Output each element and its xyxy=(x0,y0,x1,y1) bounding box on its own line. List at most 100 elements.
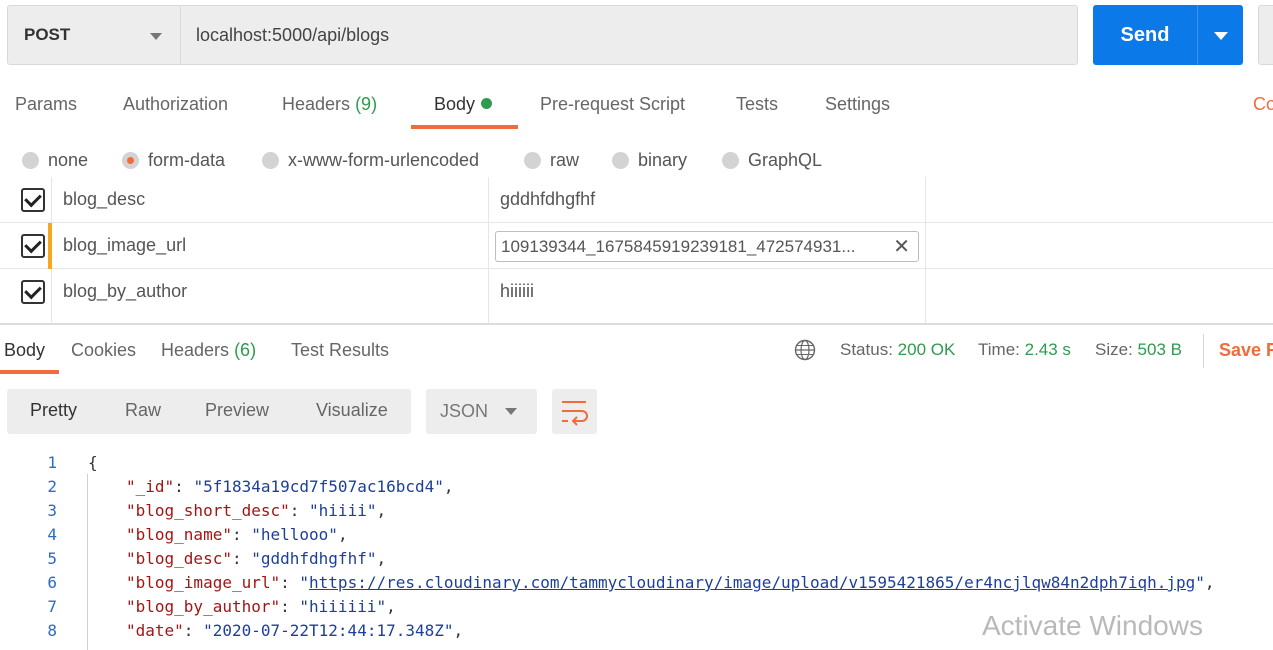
time-value: 2.43 s xyxy=(1024,340,1071,359)
line-number: 7 xyxy=(47,597,57,616)
language-select[interactable]: JSON xyxy=(426,389,537,434)
status-label: Status: xyxy=(840,340,893,359)
wrap-lines-icon xyxy=(562,401,588,426)
json-url-link[interactable]: https://res.cloudinary.com/tammycloudina… xyxy=(309,573,1195,592)
line-number: 8 xyxy=(47,621,57,640)
radio-icon xyxy=(22,151,39,169)
form-value[interactable]: hiiiiii xyxy=(500,281,534,302)
radio-form-data[interactable]: form-data xyxy=(122,148,225,172)
tab-params[interactable]: Params xyxy=(15,94,77,115)
format-preview-button[interactable]: Preview xyxy=(205,400,269,421)
column-divider xyxy=(488,177,489,223)
active-tab-indicator xyxy=(411,125,518,129)
tab-authorization[interactable]: Authorization xyxy=(123,94,228,115)
radio-selected-icon xyxy=(122,151,139,169)
method-select[interactable]: POST xyxy=(7,5,181,65)
code-line: "blog_name": "hellooo", xyxy=(126,525,348,544)
radio-binary[interactable]: binary xyxy=(612,148,687,172)
tab-body-label: Body xyxy=(434,94,476,114)
send-button[interactable]: Send xyxy=(1093,5,1197,65)
format-pretty-button[interactable]: Pretty xyxy=(30,400,77,421)
json-key: "blog_short_desc" xyxy=(126,501,290,520)
line-number: 1 xyxy=(47,453,57,472)
url-value: localhost:5000/api/blogs xyxy=(196,24,390,45)
json-key: "blog_desc" xyxy=(126,549,232,568)
code-line: "blog_short_desc": "hiiii", xyxy=(126,501,387,520)
json-key: "blog_by_author" xyxy=(126,597,281,616)
activation-watermark: Activate Windows xyxy=(982,610,1203,641)
column-divider xyxy=(51,177,52,223)
status-readout: Status: 200 OK xyxy=(840,340,955,360)
format-visualize-button[interactable]: Visualize xyxy=(316,400,388,421)
response-tab-headers[interactable]: Headers (6) xyxy=(161,340,256,361)
tab-headers-count: (9) xyxy=(355,94,378,114)
radio-binary-label: binary xyxy=(638,149,688,170)
radio-icon xyxy=(722,151,739,169)
response-tab-headers-count: (6) xyxy=(234,340,257,360)
cookies-link[interactable]: Cookies xyxy=(1253,94,1273,115)
json-value: "hellooo" xyxy=(251,525,338,544)
form-key[interactable]: blog_by_author xyxy=(63,281,187,302)
tab-settings[interactable]: Settings xyxy=(825,94,890,115)
radio-raw[interactable]: raw xyxy=(524,148,579,172)
size-label: Size: xyxy=(1095,340,1133,359)
column-divider xyxy=(925,223,926,269)
tab-headers-label: Headers xyxy=(282,94,351,114)
file-value-field[interactable]: 109139344_1675845919239181_472574931... … xyxy=(495,231,919,262)
line-number: 5 xyxy=(47,549,57,568)
response-tab-cookies[interactable]: Cookies xyxy=(71,340,136,361)
time-readout: Time: 2.43 s xyxy=(978,340,1071,360)
form-value[interactable]: gddhfdhgfhf xyxy=(500,189,595,210)
globe-icon[interactable] xyxy=(794,339,816,361)
column-divider xyxy=(488,269,489,323)
url-input[interactable]: localhost:5000/api/blogs xyxy=(181,5,1078,65)
json-value: "2020-07-22T12:44:17.348Z" xyxy=(203,621,454,640)
response-tab-test-results[interactable]: Test Results xyxy=(291,340,389,361)
radio-raw-label: raw xyxy=(550,149,580,170)
column-divider xyxy=(51,269,52,323)
radio-none[interactable]: none xyxy=(22,148,88,172)
chevron-down-icon xyxy=(505,408,517,415)
tab-body[interactable]: Body xyxy=(434,94,493,115)
row-enabled-checkbox[interactable] xyxy=(21,234,45,258)
response-tab-body[interactable]: Body xyxy=(4,340,45,361)
indent-guide xyxy=(87,474,88,650)
chevron-down-icon xyxy=(1214,32,1228,40)
active-tab-indicator xyxy=(0,370,59,374)
tab-tests[interactable]: Tests xyxy=(736,94,778,115)
code-line: "blog_by_author": "hiiiiii", xyxy=(126,597,396,616)
row-enabled-checkbox[interactable] xyxy=(21,188,45,212)
line-number: 6 xyxy=(47,573,57,592)
table-row: blog_image_url 109139344_167584591923918… xyxy=(0,223,1273,269)
json-value: "hiiii" xyxy=(309,501,377,520)
table-row: blog_desc gddhfdhgfhf xyxy=(0,177,1273,223)
pane-resize-handle[interactable] xyxy=(0,323,1273,325)
form-key[interactable]: blog_image_url xyxy=(63,235,186,256)
size-readout: Size: 503 B xyxy=(1095,340,1182,360)
radio-graphql-label: GraphQL xyxy=(748,149,823,170)
json-key: "blog_name" xyxy=(126,525,232,544)
code-line: "blog_image_url": "https://res.cloudinar… xyxy=(126,573,1215,592)
radio-icon xyxy=(612,151,629,169)
format-raw-button[interactable]: Raw xyxy=(125,400,161,421)
radio-form-data-label: form-data xyxy=(148,149,226,170)
close-icon[interactable]: ✕ xyxy=(893,237,910,257)
save-response-button[interactable]: Save R xyxy=(1219,340,1273,361)
modified-indicator-icon xyxy=(481,98,493,109)
code-line: "date": "2020-07-22T12:44:17.348Z", xyxy=(126,621,464,640)
tab-prerequest-script[interactable]: Pre-request Script xyxy=(540,94,685,115)
send-options-button[interactable] xyxy=(1197,5,1243,65)
tab-headers[interactable]: Headers (9) xyxy=(282,94,377,115)
column-divider xyxy=(925,177,926,223)
size-value: 503 B xyxy=(1137,340,1182,359)
row-enabled-checkbox[interactable] xyxy=(21,280,45,304)
radio-urlencoded[interactable]: x-www-form-urlencoded xyxy=(262,148,479,172)
form-key[interactable]: blog_desc xyxy=(63,189,145,210)
line-number: 4 xyxy=(47,525,57,544)
response-tab-headers-label: Headers xyxy=(161,340,230,360)
wrap-lines-button[interactable] xyxy=(552,389,597,434)
radio-graphql[interactable]: GraphQL xyxy=(722,148,822,172)
table-row: blog_by_author hiiiiii xyxy=(0,269,1273,323)
save-request-button[interactable] xyxy=(1258,5,1273,65)
file-name: 109139344_1675845919239181_472574931... xyxy=(501,236,856,256)
